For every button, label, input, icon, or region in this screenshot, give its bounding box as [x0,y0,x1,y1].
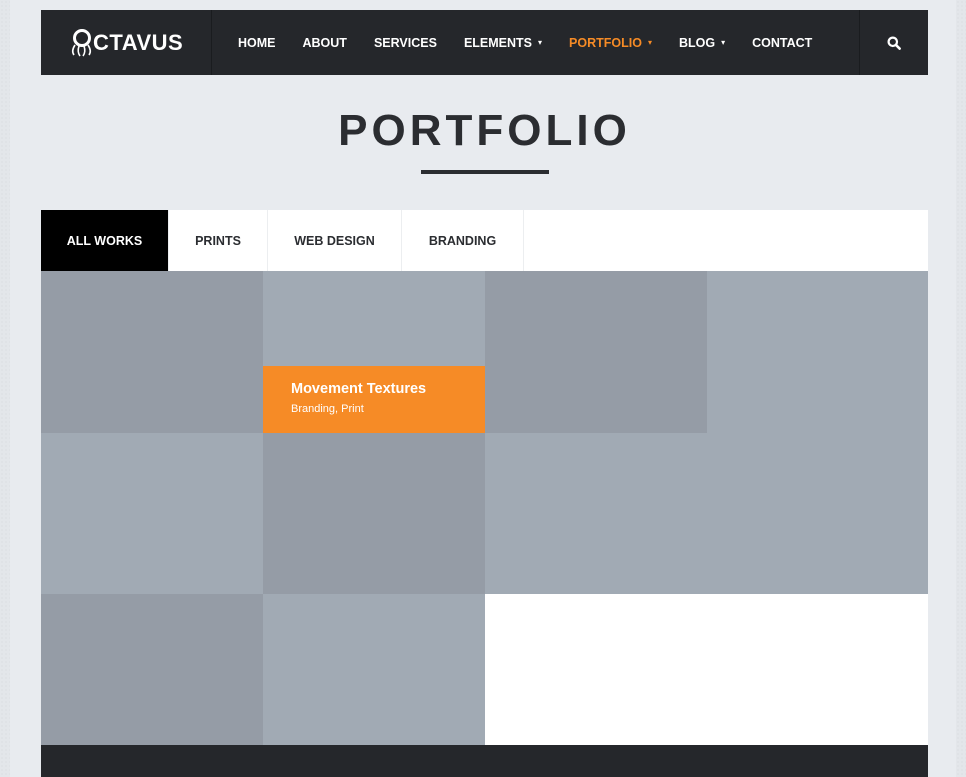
portfolio-tile[interactable] [485,271,707,433]
portfolio-tile[interactable] [41,271,263,433]
nav-divider [211,10,212,75]
site-logo[interactable]: CTAVUS [69,10,183,75]
portfolio-grid: Movement Textures Branding, Print [41,271,928,755]
nav-item-home[interactable]: HOME [238,36,276,50]
logo-text: CTAVUS [93,29,184,55]
nav-item-label: HOME [238,35,276,50]
footer-bar [41,745,928,777]
filter-tab-branding[interactable]: BRANDING [402,210,524,271]
filter-tab-label: ALL WORKS [66,233,143,248]
nav-item-label: BLOG [678,35,716,50]
portfolio-tile-hovered[interactable]: Movement Textures Branding, Print [263,271,485,433]
nav-item-label: CONTACT [752,35,813,50]
main-navbar: CTAVUS HOME ABOUT SERVICES ELEMENTS ▾ PO… [41,10,928,75]
portfolio-tile[interactable] [41,594,263,755]
filter-tab-web-design[interactable]: WEB DESIGN [268,210,402,271]
portfolio-tile[interactable] [263,594,485,755]
portfolio-caption[interactable]: Movement Textures Branding, Print [263,366,485,433]
portfolio-tile[interactable] [263,433,485,594]
nav-item-label: ABOUT [302,35,347,50]
nav-item-label: ELEMENTS [463,35,533,50]
nav-item-label: SERVICES [373,35,437,50]
nav-item-contact[interactable]: CONTACT [752,36,812,50]
nav-item-blog[interactable]: BLOG ▾ [679,36,725,50]
nav-item-services[interactable]: SERVICES [374,36,437,50]
portfolio-item-title: Movement Textures [291,381,427,397]
search-icon [887,36,901,50]
portfolio-item-categories: Branding, Print [291,403,364,415]
filter-tab-prints[interactable]: PRINTS [169,210,268,271]
chevron-down-icon: ▾ [538,38,543,47]
search-button[interactable] [859,10,928,75]
portfolio-tile-wide[interactable] [485,433,928,594]
chevron-down-icon: ▾ [647,38,652,47]
portfolio-tile[interactable] [41,433,263,594]
filter-tab-all-works[interactable]: ALL WORKS [41,210,169,271]
octopus-logo-icon [69,27,93,59]
chevron-down-icon: ▾ [721,38,726,47]
portfolio-tile[interactable] [707,271,928,433]
nav-menu: HOME ABOUT SERVICES ELEMENTS ▾ PORTFOLIO… [238,10,839,75]
page-title: PORTFOLIO [338,106,631,155]
title-underline [421,170,549,174]
filter-tab-label: BRANDING [428,233,497,248]
nav-item-label: PORTFOLIO [569,35,642,50]
filter-tab-label: WEB DESIGN [294,233,375,248]
nav-item-portfolio[interactable]: PORTFOLIO ▾ [569,36,652,50]
nav-item-about[interactable]: ABOUT [303,36,347,50]
filter-tab-label: PRINTS [195,233,241,248]
nav-item-elements[interactable]: ELEMENTS ▾ [464,36,542,50]
portfolio-filter-tabs: ALL WORKS PRINTS WEB DESIGN BRANDING [41,210,928,271]
